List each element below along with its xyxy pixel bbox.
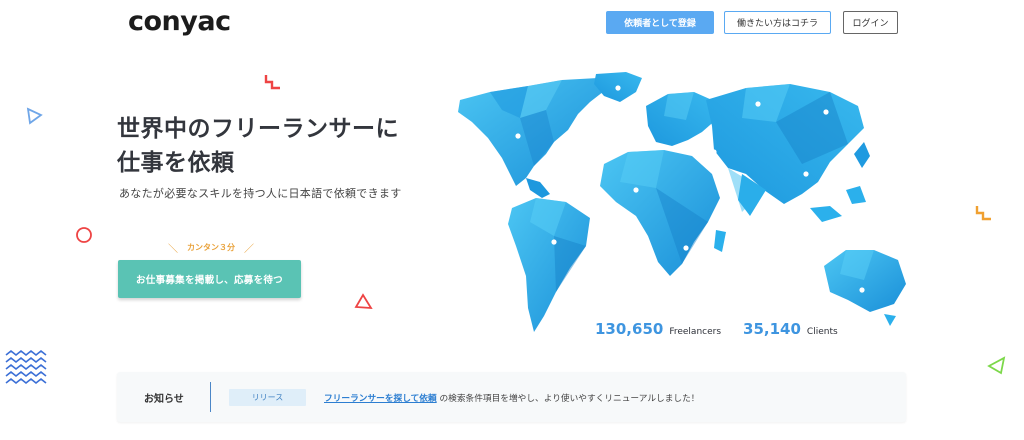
wave-lines-icon (5, 349, 47, 385)
world-map (458, 72, 906, 332)
hero-title-line1: 世界中のフリーランサーに (117, 116, 399, 142)
hint-text: カンタン３分 (187, 243, 235, 252)
hint-label: ＼ カンタン３分 ／ (168, 240, 254, 255)
post-job-button[interactable]: お仕事募集を掲載し、応募を待つ (118, 260, 301, 298)
login-button[interactable]: ログイン (843, 11, 898, 34)
header: conyac 依頼者として登録 働きたい方はコチラ ログイン (0, 0, 1024, 48)
clients-count: 35,140 (743, 320, 801, 338)
hero-subtitle: あなたが必要なスキルを持つ人に日本語で依頼できます (119, 187, 402, 200)
news-text: フリーランサーを探して依頼 の検索条件項目を増やし、より使いやすくリニューアルし… (324, 391, 699, 404)
news-badge: リリース (229, 389, 306, 406)
freelancers-label: Freelancers (669, 327, 722, 337)
news-link[interactable]: フリーランサーを探して依頼 (324, 394, 437, 404)
stats: 130,650 Freelancers 35,140 Clients (595, 320, 838, 338)
triangle-outline-icon (354, 293, 373, 310)
logo[interactable]: conyac (128, 6, 231, 37)
triangle-outline-icon (26, 107, 43, 125)
hint-left-mark: ＼ (168, 244, 178, 255)
news-divider (210, 382, 211, 412)
news-title: お知らせ (144, 394, 184, 405)
register-worker-button[interactable]: 働きたい方はコチラ (724, 11, 831, 34)
circle-outline-icon (76, 227, 92, 243)
zigzag-icon (264, 75, 280, 90)
news-bar: お知らせ リリース フリーランサーを探して依頼 の検索条件項目を増やし、より使い… (117, 372, 906, 422)
freelancers-count: 130,650 (595, 320, 664, 338)
hint-right-mark: ／ (244, 244, 254, 255)
clients-label: Clients (806, 327, 838, 337)
register-client-button[interactable]: 依頼者として登録 (606, 11, 714, 34)
zigzag-icon (975, 206, 991, 221)
news-body: の検索条件項目を増やし、より使いやすくリニューアルしました！ (439, 394, 700, 404)
hero-title: 世界中のフリーランサーに 仕事を依頼 (117, 112, 399, 180)
hero-title-line2: 仕事を依頼 (117, 150, 235, 176)
triangle-outline-icon (987, 356, 1006, 375)
